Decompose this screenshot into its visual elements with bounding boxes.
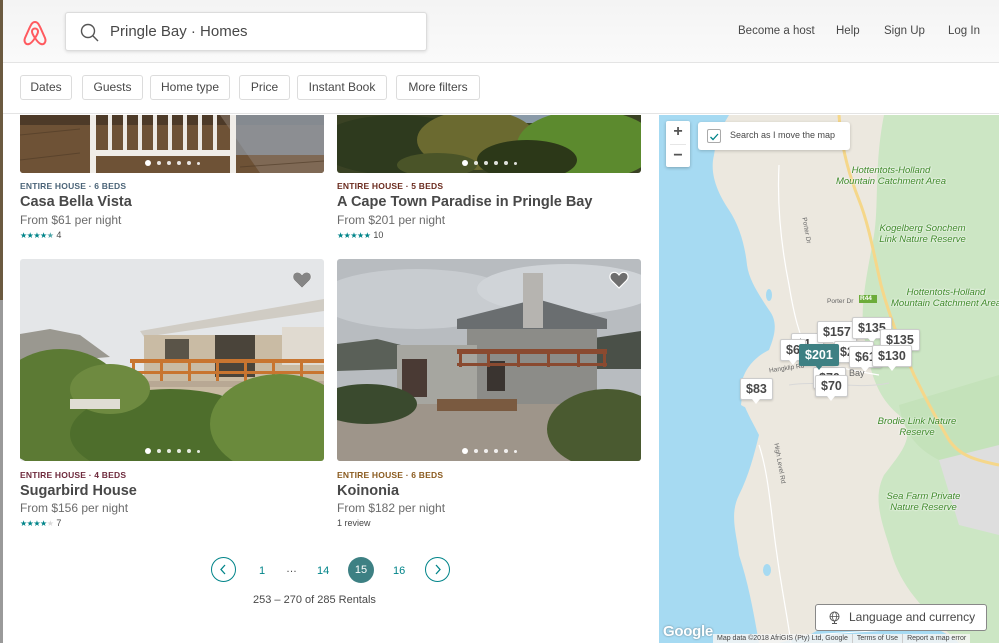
star-rating-icon: ★★★★★ (337, 230, 371, 240)
listing-photo[interactable] (20, 115, 324, 173)
listing-type: ENTIRE HOUSE · 5 BEDS (337, 181, 444, 191)
listing-title[interactable]: Sugarbird House (20, 483, 137, 499)
listing-title[interactable]: Casa Bella Vista (20, 194, 132, 210)
map-zoom-control: + − (666, 121, 690, 167)
listing-type: ENTIRE HOUSE · 6 BEDS (337, 470, 444, 480)
map-attribution: Map data ©2018 AfriGIS (Pty) Ltd, Google… (713, 634, 971, 643)
road-label-r44: R44 (860, 295, 872, 302)
google-logo[interactable]: Google (663, 623, 713, 640)
listing-rating: ★★★★★ 10 (337, 230, 383, 240)
help-link[interactable]: Help (836, 25, 860, 37)
page-link-1[interactable]: 1 (259, 565, 265, 577)
review-count: 1 review (337, 518, 371, 528)
terms-of-use-link[interactable]: Terms of Use (853, 634, 904, 643)
favorite-heart-icon[interactable] (609, 271, 629, 289)
sign-up-link[interactable]: Sign Up (884, 25, 925, 37)
listing-rating: 1 review (337, 518, 371, 528)
listing-price: From $201 per night (337, 213, 446, 227)
map-price-pin[interactable]: $130 (872, 345, 912, 371)
review-count: 7 (56, 518, 62, 528)
search-value: Pringle Bay · Homes (110, 23, 248, 40)
filter-instant-book-button[interactable]: Instant Book (297, 75, 387, 100)
listing-photo[interactable] (337, 115, 641, 173)
location-search-input[interactable]: Pringle Bay · Homes (65, 12, 427, 51)
search-as-move-toggle[interactable]: Search as I move the map (698, 122, 850, 150)
listing-photo[interactable] (20, 259, 324, 461)
map-area-label: Hottentots-Holland Mountain Catchment Ar… (891, 287, 999, 309)
map-area-label: Kogelberg Sonchem Link Nature Reserve (879, 223, 966, 245)
map-area-label: Sea Farm Private Nature Reserve (886, 491, 961, 513)
review-count: 10 (373, 230, 384, 240)
checkmark-icon (710, 133, 719, 141)
photo-sugarbird-house-image (20, 259, 324, 461)
zoom-out-button[interactable]: − (666, 145, 690, 168)
listing-price: From $156 per night (20, 501, 129, 515)
map-area-label: Hottentots-Holland Mountain Catchment Ar… (835, 165, 946, 187)
photo-carousel-dots[interactable] (337, 160, 641, 166)
map-price-pin[interactable]: $83 (740, 378, 773, 404)
results-count: 253 – 270 of 285 Rentals (253, 594, 376, 606)
listing-price: From $61 per night (20, 213, 122, 227)
report-map-error-link[interactable]: Report a map error (903, 634, 970, 643)
listing-photo[interactable] (337, 259, 641, 461)
photo-carousel-dots[interactable] (20, 448, 324, 454)
filter-more-filters-button[interactable]: More filters (396, 75, 480, 100)
page-link-16[interactable]: 16 (393, 565, 405, 577)
listing-rating: ★★★★★ 7 (20, 518, 61, 528)
chevron-right-icon (435, 564, 441, 575)
favorite-heart-icon[interactable] (292, 271, 312, 289)
listing-type: ENTIRE HOUSE · 6 BEDS (20, 181, 127, 191)
map-price-pin[interactable]: $157 (817, 321, 857, 347)
photo-koinonia-image (337, 259, 641, 461)
filter-bar: Dates Guests Home type Price Instant Boo… (3, 64, 999, 114)
page-link-14[interactable]: 14 (317, 565, 329, 577)
current-page-15[interactable]: 15 (348, 557, 374, 583)
search-as-move-label: Search as I move the map (730, 130, 836, 140)
globe-icon (829, 611, 840, 624)
chevron-left-icon (220, 564, 226, 575)
map-area-label: Brodie Link Nature Reserve (877, 416, 957, 438)
review-count: 4 (56, 230, 62, 240)
listings-panel: ENTIRE HOUSE · 6 BEDS Casa Bella Vista F… (3, 115, 659, 643)
filter-guests-button[interactable]: Guests (82, 75, 143, 100)
listing-title[interactable]: A Cape Town Paradise in Pringle Bay (337, 194, 592, 210)
previous-page-button[interactable] (211, 557, 236, 582)
photo-carousel-dots[interactable] (337, 448, 641, 454)
map-price-pin[interactable]: $70 (815, 375, 848, 401)
top-header: Pringle Bay · Homes Become a host Help S… (3, 0, 999, 63)
language-currency-label: Language and currency (849, 610, 976, 624)
become-a-host-link[interactable]: Become a host (738, 25, 815, 37)
map-panel[interactable]: R44 Porter Dr Porter Dr Hangklip Rd High… (659, 115, 999, 643)
listing-title[interactable]: Koinonia (337, 483, 399, 499)
photo-carousel-dots[interactable] (20, 160, 324, 166)
search-icon (80, 23, 99, 42)
airbnb-logo-icon[interactable] (22, 19, 48, 47)
page-ellipsis: … (286, 563, 297, 575)
filter-dates-button[interactable]: Dates (20, 75, 72, 100)
map-price-pin-active[interactable]: $201 (799, 344, 839, 370)
star-rating-icon: ★★★★★ (20, 230, 54, 240)
filter-price-button[interactable]: Price (239, 75, 290, 100)
listing-rating: ★★★★★ 4 (20, 230, 61, 240)
search-as-move-checkbox[interactable] (707, 129, 721, 143)
star-rating-icon: ★★★★★ (20, 518, 54, 528)
listing-type: ENTIRE HOUSE · 4 BEDS (20, 470, 127, 480)
road-label-porter-dr-2: Porter Dr (827, 298, 854, 305)
zoom-in-button[interactable]: + (666, 121, 690, 144)
next-page-button[interactable] (425, 557, 450, 582)
listing-price: From $182 per night (337, 501, 446, 515)
map-data-credit: Map data ©2018 AfriGIS (Pty) Ltd, Google (713, 634, 853, 643)
language-currency-button[interactable]: Language and currency (815, 604, 987, 631)
log-in-link[interactable]: Log In (948, 25, 980, 37)
filter-home-type-button[interactable]: Home type (150, 75, 230, 100)
